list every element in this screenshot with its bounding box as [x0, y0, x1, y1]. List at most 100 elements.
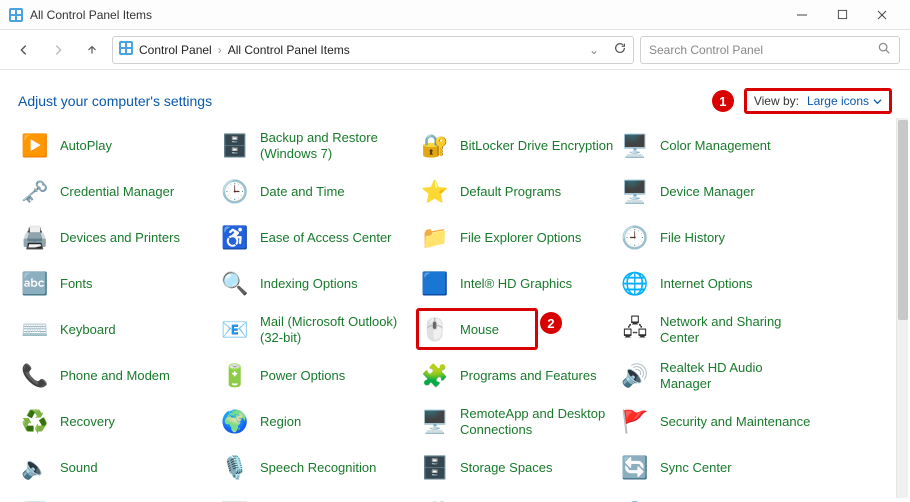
item-label: Device Manager: [660, 184, 755, 200]
mouse-icon: 🖱️: [420, 315, 450, 345]
item-network-sharing[interactable]: 🖧 Network and Sharing Center: [618, 312, 818, 348]
search-icon[interactable]: [877, 41, 891, 58]
item-label: Credential Manager: [60, 184, 174, 200]
item-user-accounts[interactable]: 👤User Accounts: [618, 496, 818, 502]
item-label: Security and Maintenance: [660, 414, 810, 430]
up-button[interactable]: [78, 36, 106, 64]
breadcrumb-current[interactable]: All Control Panel Items: [228, 43, 350, 57]
storage-icon: 🗄️: [420, 453, 450, 483]
item-label: BitLocker Drive Encryption: [460, 138, 613, 154]
item-recovery[interactable]: ♻️ Recovery: [18, 404, 218, 440]
item-label: Date and Time: [260, 184, 345, 200]
item-label: File Explorer Options: [460, 230, 581, 246]
window-title: All Control Panel Items: [30, 8, 152, 22]
item-fonts[interactable]: 🔤 Fonts: [18, 266, 218, 302]
item-color-management[interactable]: 🖥️Color Management: [618, 128, 818, 164]
item-bitlocker[interactable]: 🔐BitLocker Drive Encryption: [418, 128, 618, 164]
back-button[interactable]: [10, 36, 38, 64]
view-by-dropdown[interactable]: Large icons: [807, 94, 882, 108]
item-internet-options[interactable]: 🌐 Internet Options: [618, 266, 818, 302]
item-label: Recovery: [60, 414, 115, 430]
item-label: Network and Sharing Center: [660, 314, 816, 345]
network-icon: 🖧: [620, 315, 650, 345]
titlebar: All Control Panel Items: [0, 0, 910, 30]
power-icon: 🔋: [220, 361, 250, 391]
item-remoteapp[interactable]: 🖥️RemoteApp and Desktop Connections: [418, 404, 618, 440]
sound-icon: 🔈: [20, 453, 50, 483]
breadcrumb-root[interactable]: Control Panel: [139, 43, 212, 57]
page-heading: Adjust your computer's settings: [18, 93, 212, 109]
item-label: Fonts: [60, 276, 93, 292]
address-bar[interactable]: Control Panel › All Control Panel Items …: [112, 36, 634, 64]
item-date-time[interactable]: 🕒Date and Time: [218, 174, 418, 210]
item-power-options[interactable]: 🔋 Power Options: [218, 358, 418, 394]
item-intel-hd-graphics[interactable]: 🟦Intel® HD Graphics: [418, 266, 618, 302]
item-ease-of-access[interactable]: ♿Ease of Access Center: [218, 220, 418, 256]
header-row: Adjust your computer's settings 1 View b…: [0, 70, 910, 122]
folder-icon: 📁: [420, 223, 450, 253]
recovery-icon: ♻️: [20, 407, 50, 437]
item-label: Mail (Microsoft Outlook) (32-bit): [260, 314, 416, 345]
item-label: Mouse: [460, 322, 499, 338]
minimize-button[interactable]: [782, 0, 822, 30]
search-box[interactable]: [640, 36, 900, 64]
item-mail[interactable]: 📧 Mail (Microsoft Outlook) (32-bit): [218, 312, 418, 348]
item-indexing-options[interactable]: 🔍 Indexing Options: [218, 266, 418, 302]
forward-button[interactable]: [44, 36, 72, 64]
item-device-manager[interactable]: 🖥️Device Manager: [618, 174, 818, 210]
item-devices-printers[interactable]: 🖨️Devices and Printers: [18, 220, 218, 256]
vertical-scrollbar[interactable]: [896, 118, 908, 498]
item-sound[interactable]: 🔈Sound: [18, 450, 218, 486]
item-region[interactable]: 🌍Region: [218, 404, 418, 440]
item-label: Power Options: [260, 368, 345, 384]
printer-icon: 🖨️: [20, 223, 50, 253]
fonts-icon: 🔤: [20, 269, 50, 299]
indexing-icon: 🔍: [220, 269, 250, 299]
scrollbar-thumb[interactable]: [898, 120, 908, 320]
item-security-maintenance[interactable]: 🚩Security and Maintenance: [618, 404, 818, 440]
maximize-button[interactable]: [822, 0, 862, 30]
search-input[interactable]: [649, 43, 849, 57]
item-file-history[interactable]: 🕘File History: [618, 220, 818, 256]
item-system[interactable]: 🖥️System: [18, 496, 218, 502]
breadcrumb-separator-icon: ›: [218, 43, 222, 57]
item-storage-spaces[interactable]: 🗄️Storage Spaces: [418, 450, 618, 486]
keyboard-icon: ⌨️: [20, 315, 50, 345]
item-keyboard[interactable]: ⌨️Keyboard: [18, 312, 218, 348]
item-credential-manager[interactable]: 🗝️Credential Manager: [18, 174, 218, 210]
item-label: Phone and Modem: [60, 368, 170, 384]
microphone-icon: 🎙️: [220, 453, 250, 483]
item-label: Backup and Restore (Windows 7): [260, 130, 416, 161]
item-label: AutoPlay: [60, 138, 112, 154]
item-phone-modem[interactable]: 📞Phone and Modem: [18, 358, 218, 394]
item-label: Indexing Options: [260, 276, 358, 292]
intel-icon: 🟦: [420, 269, 450, 299]
item-label: Default Programs: [460, 184, 561, 200]
control-panel-small-icon: [119, 41, 133, 58]
remoteapp-icon: 🖥️: [420, 407, 450, 437]
item-file-explorer-options[interactable]: 📁 File Explorer Options: [418, 220, 618, 256]
item-label: Region: [260, 414, 301, 430]
internet-icon: 🌐: [620, 269, 650, 299]
item-mouse[interactable]: 🖱️ Mouse 2: [418, 312, 618, 348]
close-button[interactable]: [862, 0, 902, 30]
speaker-icon: 🔊: [620, 361, 650, 391]
view-by-label: View by:: [754, 94, 799, 108]
refresh-icon[interactable]: [613, 41, 627, 58]
chevron-down-icon[interactable]: ⌄: [589, 43, 599, 57]
item-speech-recognition[interactable]: 🎙️Speech Recognition: [218, 450, 418, 486]
mail-icon: 📧: [220, 315, 250, 345]
color-mgmt-icon: 🖥️: [620, 131, 650, 161]
item-autoplay[interactable]: ▶️AutoPlay: [18, 128, 218, 164]
item-label: Internet Options: [660, 276, 753, 292]
item-troubleshooting[interactable]: 🛠️Troubleshooting: [418, 496, 618, 502]
annotation-marker-2: 2: [540, 312, 562, 334]
item-default-programs[interactable]: ⭐Default Programs: [418, 174, 618, 210]
item-label: File History: [660, 230, 725, 246]
item-realtek-audio[interactable]: 🔊Realtek HD Audio Manager: [618, 358, 818, 394]
item-sync-center[interactable]: 🔄Sync Center: [618, 450, 818, 486]
item-programs-features[interactable]: 🧩Programs and Features: [418, 358, 618, 394]
item-taskbar-navigation[interactable]: 📊Taskbar and Navigation: [218, 496, 418, 502]
item-backup-restore[interactable]: 🗄️Backup and Restore (Windows 7): [218, 128, 418, 164]
ease-of-access-icon: ♿: [220, 223, 250, 253]
